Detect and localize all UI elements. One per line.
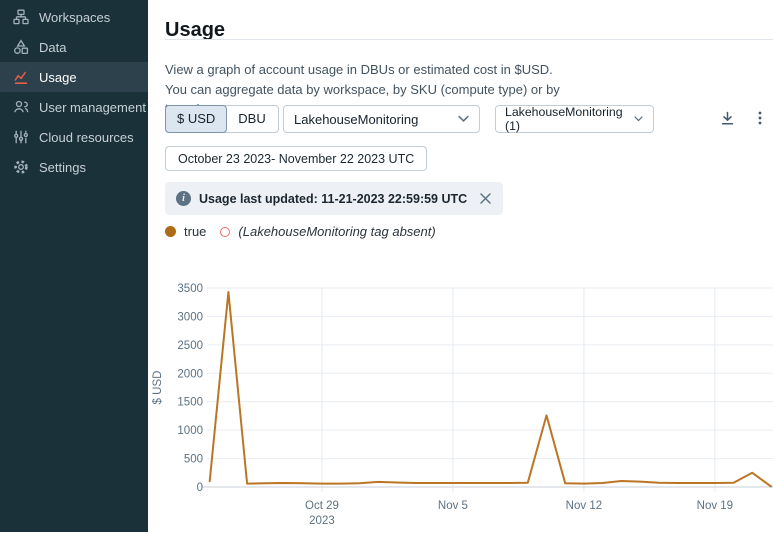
usd-toggle-button[interactable]: $ USD: [165, 105, 227, 133]
sidebar-item-workspaces[interactable]: Workspaces: [0, 2, 148, 32]
legend-marker-true: [165, 226, 176, 237]
svg-text:1000: 1000: [177, 425, 203, 437]
svg-text:3500: 3500: [177, 283, 203, 295]
info-icon: i: [176, 191, 191, 206]
sidebar-item-label: Workspaces: [39, 10, 110, 25]
tag-filter-dropdown-value: LakehouseMonitoring (1): [505, 105, 633, 133]
usage-chart-svg: Oct 29 2023 Nov 5 Nov 12 Nov 19 0 500 1000 1500 2…: [148, 268, 773, 532]
sidebar-item-label: Settings: [39, 160, 86, 175]
download-icon: [719, 110, 736, 127]
chevron-down-icon: [634, 116, 643, 122]
aggregation-dropdown-value: LakehouseMonitoring: [294, 112, 418, 127]
sidebar: Workspaces Data Usage User management: [0, 0, 148, 532]
svg-text:Nov 12: Nov 12: [566, 500, 602, 512]
usage-page: { "sidebar": { "items": [ {"label": "Wor…: [0, 0, 773, 532]
svg-text:2500: 2500: [177, 340, 203, 352]
usage-chart: Oct 29 2023 Nov 5 Nov 12 Nov 19 0 500 1000 1500 2…: [148, 268, 773, 532]
cloud-resources-icon: [13, 129, 29, 145]
kebab-menu-button[interactable]: [751, 109, 769, 127]
svg-text:500: 500: [184, 454, 203, 466]
usage-chart-icon: [13, 69, 29, 85]
dbu-toggle-button[interactable]: DBU: [226, 106, 277, 132]
sidebar-item-cloud-resources[interactable]: Cloud resources: [0, 122, 148, 152]
banner-text: Usage last updated: 11-21-2023 22:59:59 …: [199, 192, 467, 206]
legend-label-absent: (LakehouseMonitoring tag absent): [238, 224, 435, 239]
legend-marker-absent: [220, 227, 230, 237]
svg-text:1500: 1500: [177, 397, 203, 409]
x-gridlines: Oct 29 2023 Nov 5 Nov 12 Nov 19: [305, 288, 733, 527]
users-icon: [13, 99, 29, 115]
main-content: Usage View a graph of account usage in D…: [148, 0, 773, 532]
y-gridlines: 0 500 1000 1500 2000 2500 3000 3500: [177, 283, 773, 494]
kebab-menu-icon: [752, 110, 768, 126]
aggregation-dropdown[interactable]: LakehouseMonitoring: [283, 105, 480, 133]
sidebar-item-user-management[interactable]: User management: [0, 92, 148, 122]
sidebar-item-label: Cloud resources: [39, 130, 134, 145]
chevron-down-icon: [458, 115, 469, 123]
svg-text:3000: 3000: [177, 311, 203, 323]
unit-toggle-group: $ USD DBU: [165, 105, 279, 133]
svg-text:0: 0: [197, 482, 203, 494]
close-icon[interactable]: [479, 192, 492, 205]
svg-text:Nov 5: Nov 5: [438, 500, 468, 512]
legend-label-true: true: [184, 224, 206, 239]
usage-updated-banner: i Usage last updated: 11-21-2023 22:59:5…: [165, 182, 503, 215]
svg-text:Oct 29: Oct 29: [305, 500, 339, 512]
chart-legend: true (LakehouseMonitoring tag absent): [165, 224, 436, 239]
data-icon: [13, 39, 29, 55]
series-line-true: [210, 292, 771, 486]
sidebar-item-label: Usage: [39, 70, 77, 85]
tag-filter-dropdown[interactable]: LakehouseMonitoring (1): [495, 105, 654, 133]
sidebar-item-label: User management: [39, 100, 146, 115]
settings-gear-icon: [13, 159, 29, 175]
y-axis-label: $ USD: [152, 371, 164, 405]
svg-text:Nov 19: Nov 19: [697, 500, 733, 512]
date-range-button[interactable]: October 23 2023- November 22 2023 UTC: [165, 146, 427, 171]
title-divider: [165, 39, 773, 40]
svg-text:2000: 2000: [177, 368, 203, 380]
sidebar-item-data[interactable]: Data: [0, 32, 148, 62]
workspaces-icon: [13, 9, 29, 25]
svg-text:2023: 2023: [309, 515, 335, 527]
sidebar-item-label: Data: [39, 40, 66, 55]
sidebar-item-settings[interactable]: Settings: [0, 152, 148, 182]
download-button[interactable]: [718, 109, 736, 127]
sidebar-item-usage[interactable]: Usage: [0, 62, 148, 92]
